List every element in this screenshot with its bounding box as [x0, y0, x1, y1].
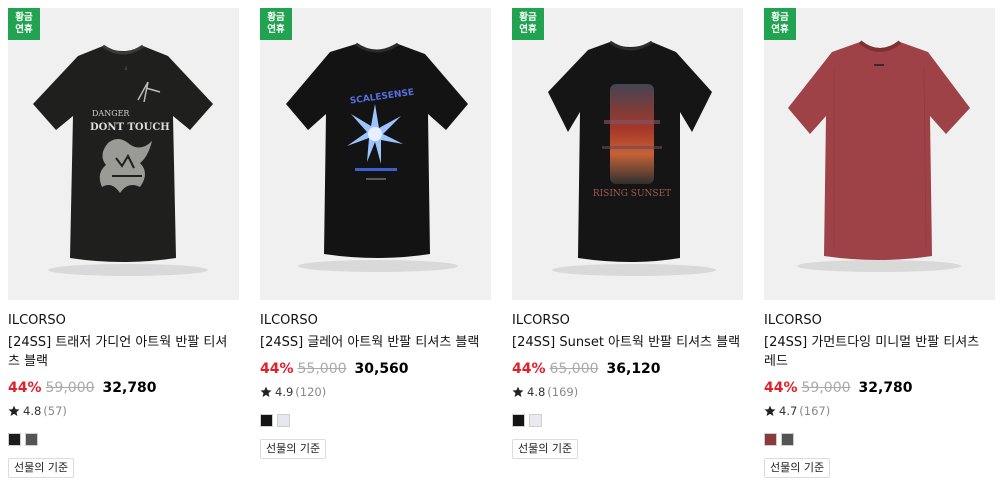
product-image[interactable]: RISING SUNSET 황금 연휴 — [512, 8, 743, 300]
rating-score: 4.8 — [527, 385, 546, 399]
brand-name[interactable]: ILCORSO — [8, 312, 239, 330]
brand-name[interactable]: ILCORSO — [512, 312, 743, 330]
sale-price: 32,780 — [858, 380, 913, 396]
print-line: RISING SUNSET — [593, 189, 671, 199]
rating-score: 4.8 — [23, 404, 42, 418]
discount-rate: 44% — [8, 380, 42, 396]
tshirt-red-minimal-image — [788, 40, 970, 272]
sale-price: 30,560 — [354, 361, 409, 377]
rating: 4.9 (120) — [260, 384, 491, 400]
product-image[interactable]: SCALESENSE 황금 연휴 — [260, 8, 491, 300]
gift-standard-tag[interactable]: 선물의 기준 — [260, 439, 327, 459]
color-swatch-black[interactable] — [512, 414, 525, 427]
color-swatches — [512, 414, 743, 427]
rating-score: 4.9 — [275, 385, 294, 399]
rating-score: 4.7 — [779, 404, 798, 418]
product-title[interactable]: [24SS] 트래저 가디언 아트웍 반팔 티셔츠 블랙 — [8, 333, 239, 371]
gift-standard-tag[interactable]: 선물의 기준 — [764, 458, 831, 478]
star-icon — [512, 386, 524, 397]
sale-price: 36,120 — [606, 361, 661, 377]
review-count: (57) — [43, 404, 67, 418]
star-icon — [764, 405, 776, 416]
color-swatch-charcoal[interactable] — [25, 433, 38, 446]
original-price: 65,000 — [549, 361, 599, 377]
color-swatch-charcoal[interactable] — [781, 433, 794, 446]
product-card[interactable]: il DANGER DONT TOUCH 황금 연휴 ILCORSO [24SS]… — [8, 8, 239, 478]
product-title[interactable]: [24SS] 가먼트다잉 미니멀 반팔 티셔츠 레드 — [764, 333, 995, 371]
rating: 4.7 (167) — [764, 403, 995, 419]
tshirt-black-glare-image: SCALESENSE — [286, 42, 468, 272]
review-count: (167) — [799, 404, 831, 418]
product-image[interactable]: il DANGER DONT TOUCH 황금 연휴 — [8, 8, 239, 300]
product-title[interactable]: [24SS] 글레어 아트웍 반팔 티셔츠 블랙 — [260, 333, 491, 352]
discount-rate: 44% — [764, 380, 798, 396]
brand-name[interactable]: ILCORSO — [260, 312, 491, 330]
product-image[interactable]: 황금 연휴 — [764, 8, 995, 300]
sale-price: 32,780 — [102, 380, 157, 396]
price-row: 44% 55,000 30,560 — [260, 360, 491, 378]
golden-holiday-badge: 황금 연휴 — [8, 8, 40, 40]
product-card[interactable]: 황금 연휴 ILCORSO [24SS] 가먼트다잉 미니멀 반팔 티셔츠 레드 … — [764, 8, 995, 478]
original-price: 59,000 — [45, 380, 95, 396]
product-card[interactable]: RISING SUNSET 황금 연휴 ILCORSO [24SS] Sunset… — [512, 8, 743, 459]
print-line: DANGER — [92, 109, 130, 118]
original-price: 59,000 — [801, 380, 851, 396]
svg-text:il: il — [125, 66, 127, 71]
brand-name[interactable]: ILCORSO — [764, 312, 995, 330]
rating: 4.8 (169) — [512, 384, 743, 400]
product-title[interactable]: [24SS] Sunset 아트웍 반팔 티셔츠 블랙 — [512, 333, 743, 352]
tshirt-black-sunset-image: RISING SUNSET — [548, 40, 716, 276]
rating: 4.8 (57) — [8, 403, 239, 419]
print-line: DONT TOUCH — [90, 122, 170, 133]
color-swatch-black[interactable] — [8, 433, 21, 446]
price-row: 44% 59,000 32,780 — [8, 379, 239, 397]
product-grid: il DANGER DONT TOUCH 황금 연휴 ILCORSO [24SS]… — [0, 0, 1000, 494]
color-swatches — [764, 433, 995, 446]
discount-rate: 44% — [260, 361, 294, 377]
discount-rate: 44% — [512, 361, 546, 377]
golden-holiday-badge: 황금 연휴 — [260, 8, 292, 40]
review-count: (120) — [295, 385, 327, 399]
color-swatch-black[interactable] — [260, 414, 273, 427]
color-swatches — [8, 433, 239, 446]
golden-holiday-badge: 황금 연휴 — [764, 8, 796, 40]
golden-holiday-badge: 황금 연휴 — [512, 8, 544, 40]
tshirt-black-danger-image: il DANGER DONT TOUCH — [33, 44, 213, 276]
color-swatch-white[interactable] — [277, 414, 290, 427]
color-swatch-red[interactable] — [764, 433, 777, 446]
product-card[interactable]: SCALESENSE 황금 연휴 ILCORSO [24SS] 글레어 아트웍 반… — [260, 8, 491, 459]
price-row: 44% 65,000 36,120 — [512, 360, 743, 378]
color-swatches — [260, 414, 491, 427]
price-row: 44% 59,000 32,780 — [764, 379, 995, 397]
star-icon — [260, 386, 272, 397]
original-price: 55,000 — [297, 361, 347, 377]
color-swatch-white[interactable] — [529, 414, 542, 427]
star-icon — [8, 405, 20, 416]
review-count: (169) — [547, 385, 579, 399]
gift-standard-tag[interactable]: 선물의 기준 — [8, 458, 75, 478]
gift-standard-tag[interactable]: 선물의 기준 — [512, 439, 579, 459]
